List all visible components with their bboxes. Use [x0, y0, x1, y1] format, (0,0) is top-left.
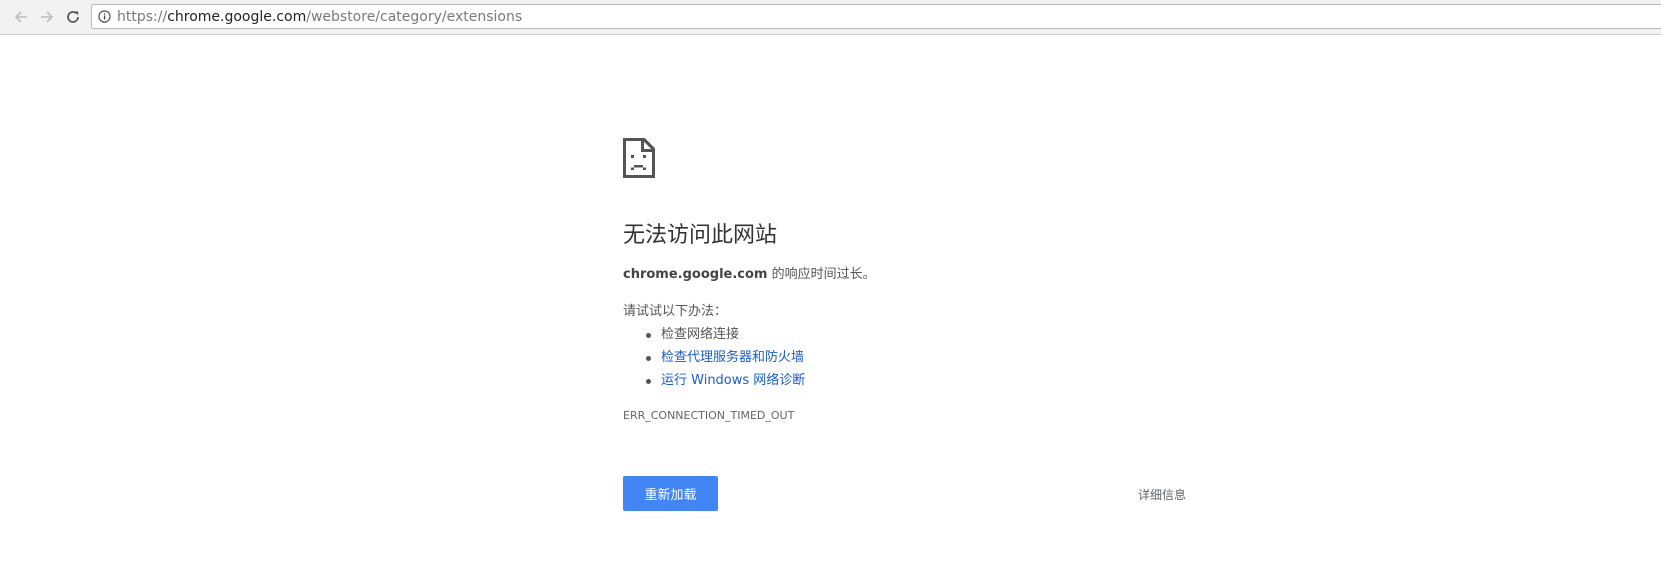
suggestion-check-proxy: 检查代理服务器和防火墙 [623, 349, 805, 372]
network-diagnostics-link[interactable]: 运行 Windows 网络诊断 [661, 373, 805, 388]
error-heading: 无法访问此网站 [623, 223, 778, 248]
summary-host: chrome.google.com [623, 267, 768, 282]
browser-toolbar: https://chrome.google.com/webstore/categ… [0, 0, 1661, 35]
forward-button[interactable] [36, 6, 58, 28]
reload-icon [67, 11, 79, 23]
reload-button[interactable] [62, 6, 84, 28]
error-code: ERR_CONNECTION_TIMED_OUT [623, 409, 795, 422]
address-bar[interactable]: https://chrome.google.com/webstore/categ… [91, 4, 1661, 29]
sad-page-icon [623, 138, 655, 178]
suggestion-label: 检查网络连接 [661, 327, 740, 342]
back-button[interactable] [10, 6, 32, 28]
bullet [646, 333, 651, 338]
suggestion-network-diagnostics: 运行 Windows 网络诊断 [623, 372, 805, 395]
bullet [646, 379, 651, 384]
check-proxy-link[interactable]: 检查代理服务器和防火墙 [661, 350, 804, 365]
bullet [646, 356, 651, 361]
url-host: chrome.google.com [167, 9, 307, 25]
url-path: /webstore/category/extensions [306, 9, 523, 25]
arrow-right-icon [41, 11, 54, 23]
summary-text: 的响应时间过长。 [767, 267, 876, 282]
arrow-left-icon [14, 11, 27, 23]
details-button[interactable]: 详细信息 [1132, 483, 1192, 505]
url-scheme: https:// [117, 9, 168, 25]
suggestions-list: 检查网络连接 检查代理服务器和防火墙 运行 Windows 网络诊断 [623, 326, 805, 395]
url-text[interactable]: https://chrome.google.com/webstore/categ… [117, 9, 522, 25]
reload-page-button[interactable]: 重新加载 [623, 476, 718, 511]
suggestions-label: 请试试以下办法： [623, 304, 728, 319]
error-summary: chrome.google.com 的响应时间过长。 [623, 266, 876, 284]
suggestion-check-connection: 检查网络连接 [623, 326, 805, 349]
info-icon[interactable] [98, 10, 111, 23]
